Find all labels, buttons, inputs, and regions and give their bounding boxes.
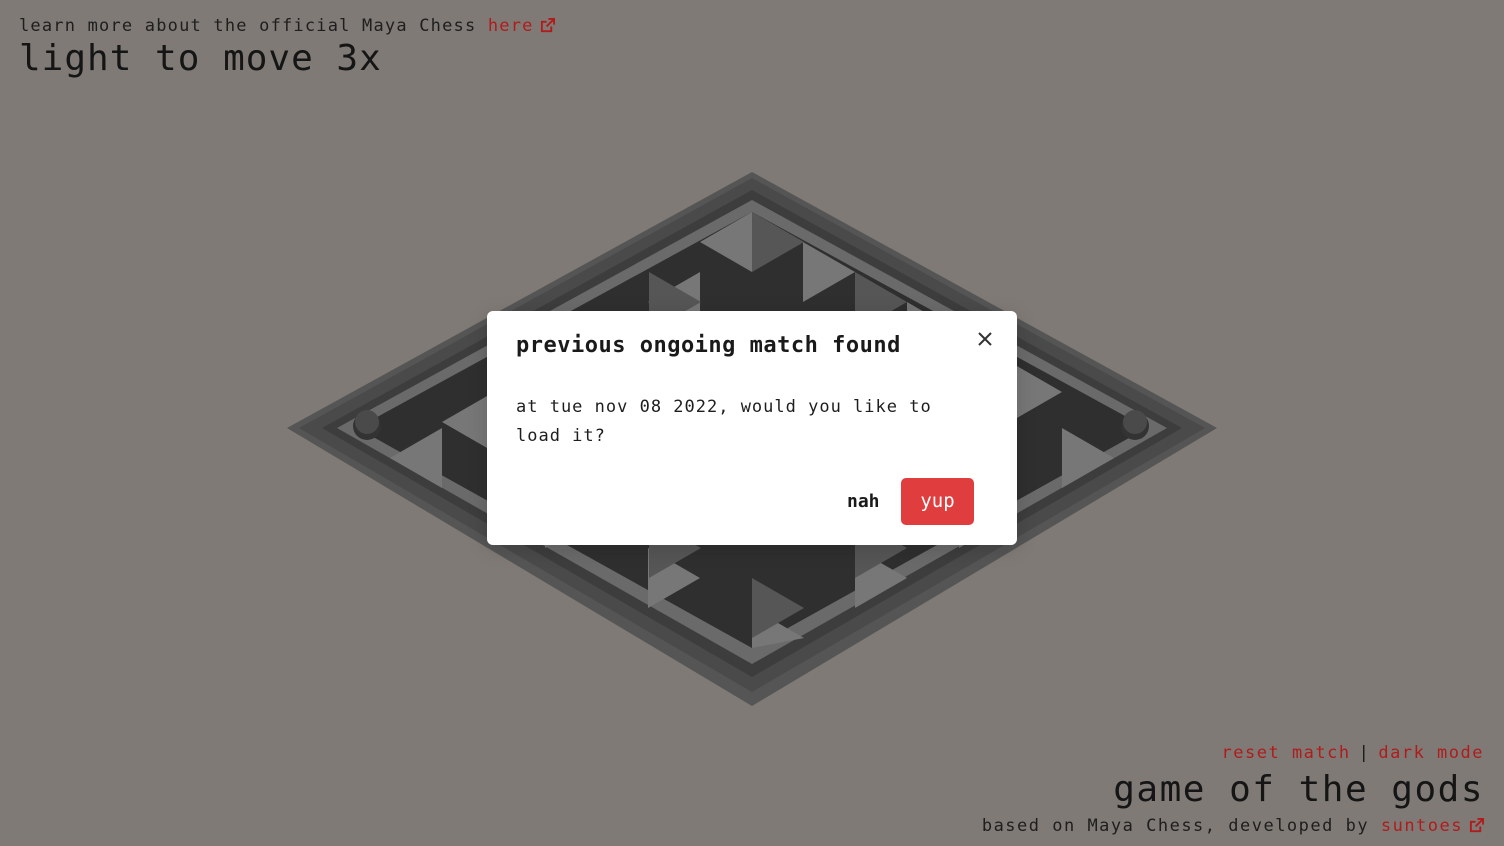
external-link-icon bbox=[540, 18, 555, 33]
reset-match-link[interactable]: reset match bbox=[1222, 743, 1351, 763]
nah-button[interactable]: nah bbox=[835, 479, 892, 525]
author-link[interactable]: suntoes bbox=[1381, 816, 1484, 836]
header: learn more about the official Maya Chess… bbox=[19, 16, 555, 79]
learn-more-line: learn more about the official Maya Chess… bbox=[19, 16, 555, 36]
credit-text: based on Maya Chess, developed by bbox=[981, 816, 1370, 836]
footer: reset match | dark mode game of the gods b… bbox=[982, 743, 1484, 836]
external-link-icon bbox=[1469, 818, 1484, 833]
dark-mode-link[interactable]: dark mode bbox=[1378, 743, 1484, 763]
footer-controls: reset match | dark mode bbox=[982, 743, 1484, 763]
learn-more-link[interactable]: here bbox=[488, 16, 555, 36]
game-title: game of the gods bbox=[1113, 769, 1484, 810]
dialog-message: at tue nov 08 2022, would you like to lo… bbox=[516, 397, 932, 446]
learn-more-text: learn more about the official Maya Chess bbox=[19, 16, 477, 36]
turn-status: light to move 3x bbox=[19, 38, 382, 79]
close-icon[interactable] bbox=[975, 329, 995, 349]
yup-button[interactable]: yup bbox=[901, 478, 974, 525]
dialog-title: previous ongoing match found bbox=[516, 333, 901, 358]
resume-match-dialog: previous ongoing match found at tue nov … bbox=[487, 311, 1017, 545]
controls-separator: | bbox=[1358, 743, 1371, 763]
credit-line: based on Maya Chess, developed by suntoe… bbox=[982, 816, 1484, 836]
